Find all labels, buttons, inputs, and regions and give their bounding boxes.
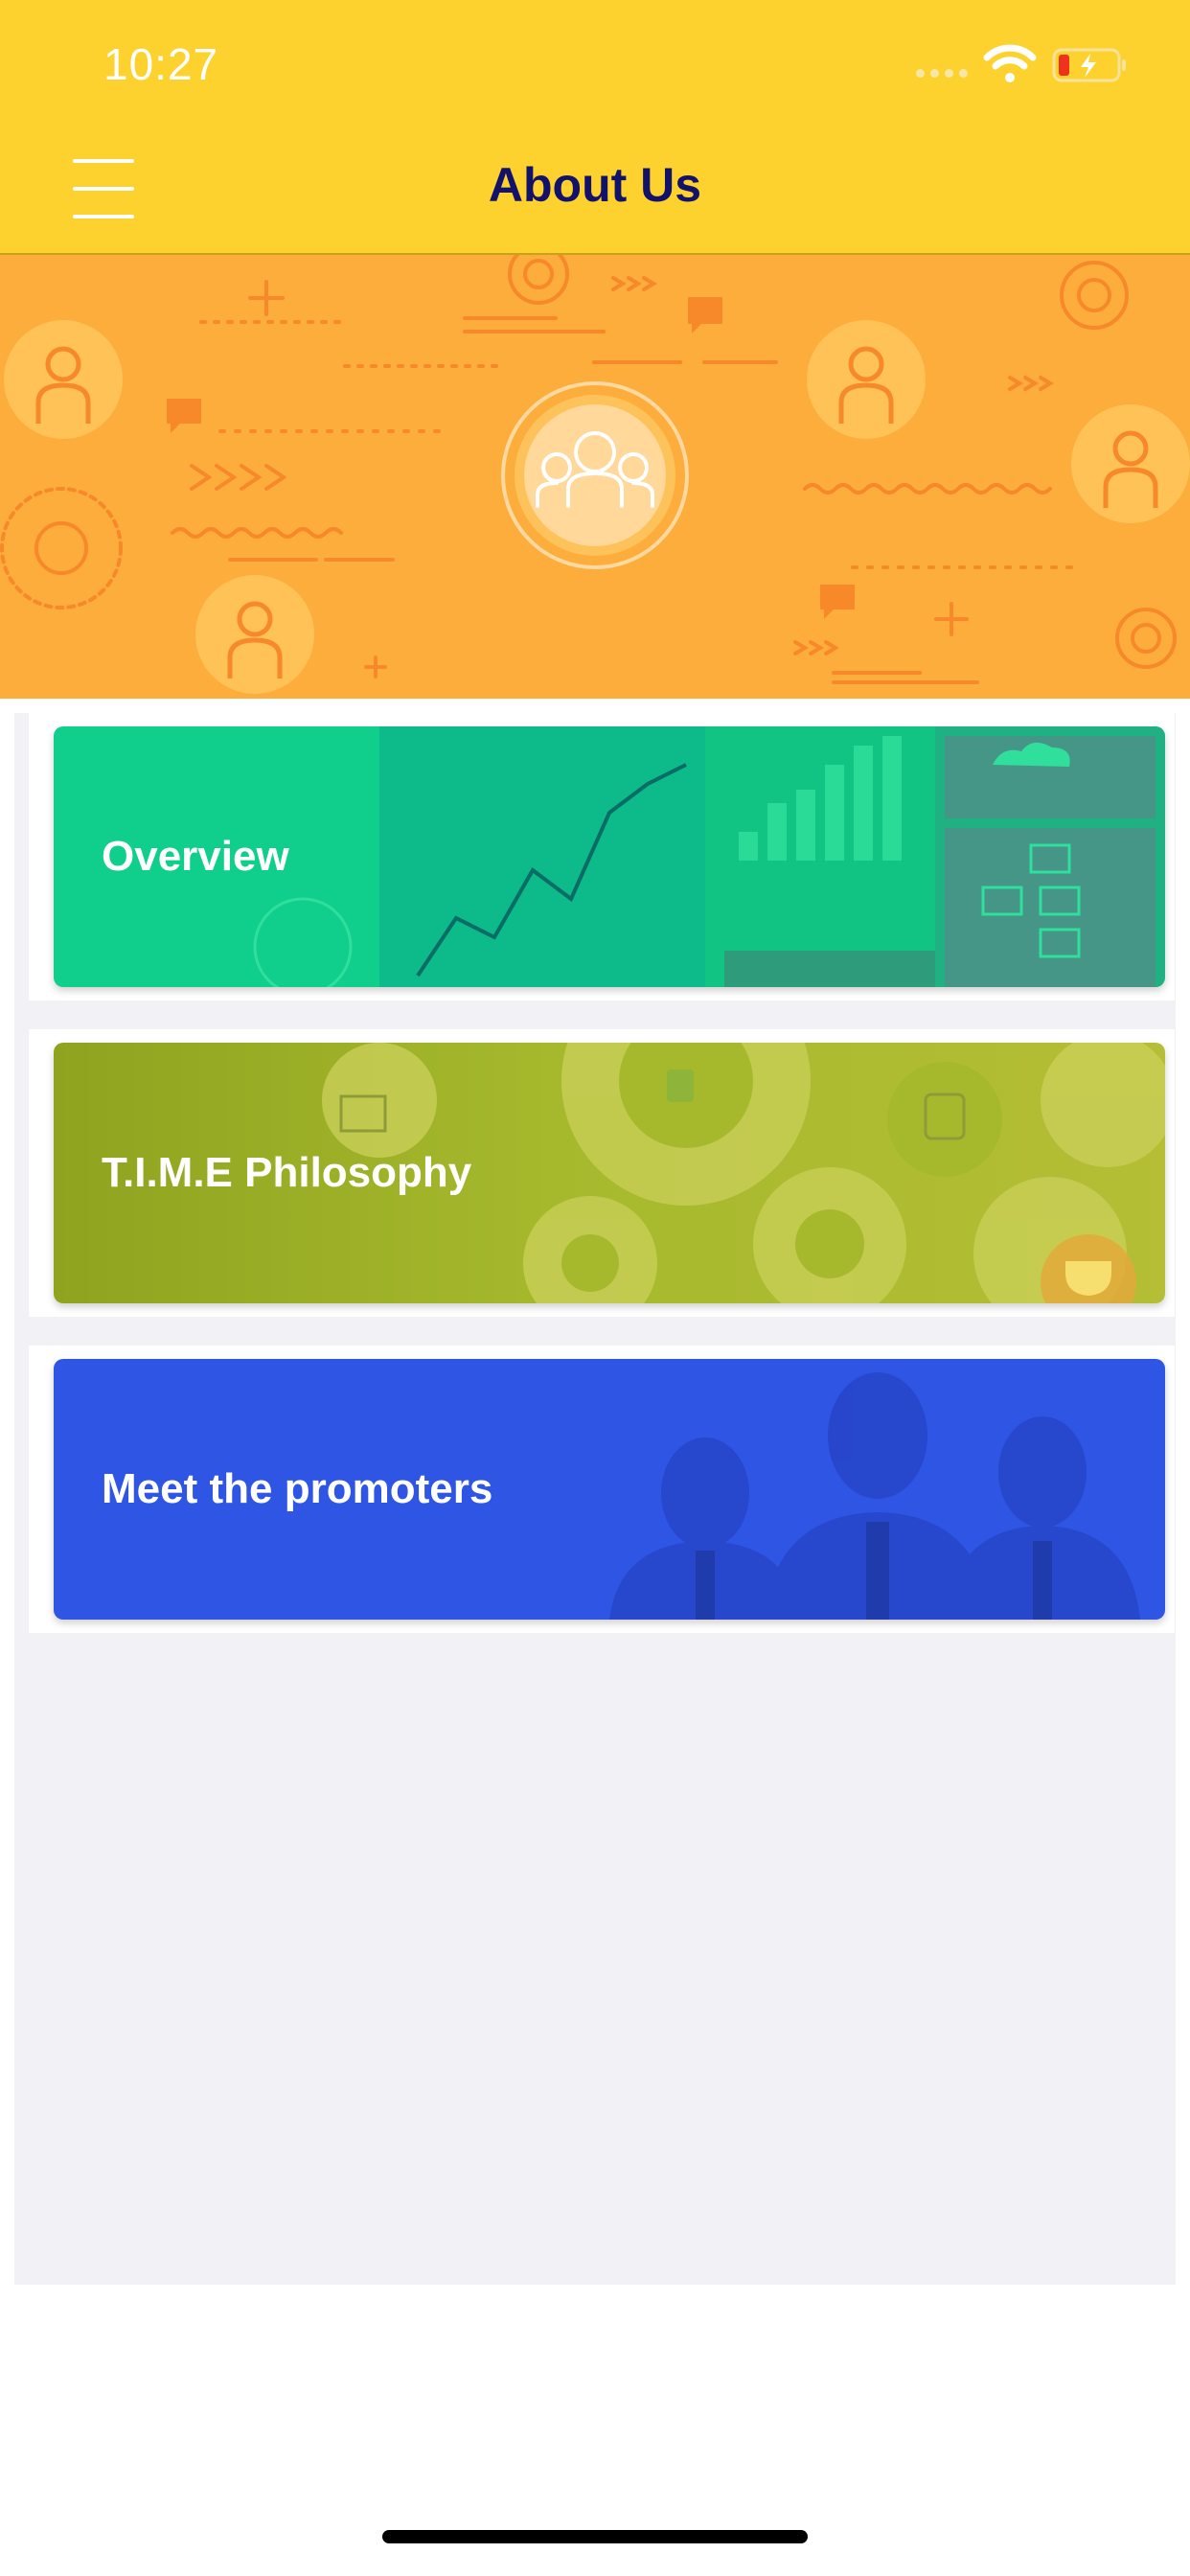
promoters-label: Meet the promoters bbox=[102, 1465, 493, 1512]
about-banner bbox=[0, 255, 1190, 699]
status-time: 10:27 bbox=[103, 39, 219, 89]
list-item: Meet the promoters bbox=[29, 1346, 1175, 1633]
list-item: T.I.M.E Philosophy bbox=[29, 1029, 1175, 1317]
time-philosophy-card[interactable]: T.I.M.E Philosophy bbox=[54, 1043, 1165, 1303]
team-icon bbox=[501, 381, 689, 569]
wifi-icon bbox=[983, 44, 1037, 82]
page-title: About Us bbox=[488, 158, 702, 212]
navigation-bar: 10:27 About Us bbox=[0, 0, 1190, 255]
home-indicator[interactable] bbox=[382, 2530, 808, 2543]
battery-charging-icon bbox=[1052, 48, 1126, 82]
banner-illustration bbox=[0, 255, 1190, 694]
time-philosophy-label: T.I.M.E Philosophy bbox=[102, 1149, 472, 1196]
content-area: Overview T.I.M.E Philosophy Meet the pro… bbox=[14, 713, 1176, 2285]
promoters-card[interactable]: Meet the promoters bbox=[54, 1359, 1165, 1620]
overview-card[interactable]: Overview bbox=[54, 726, 1165, 987]
list-item: Overview bbox=[29, 713, 1175, 1000]
overview-label: Overview bbox=[102, 833, 289, 880]
cellular-signal-icon bbox=[916, 69, 968, 78]
